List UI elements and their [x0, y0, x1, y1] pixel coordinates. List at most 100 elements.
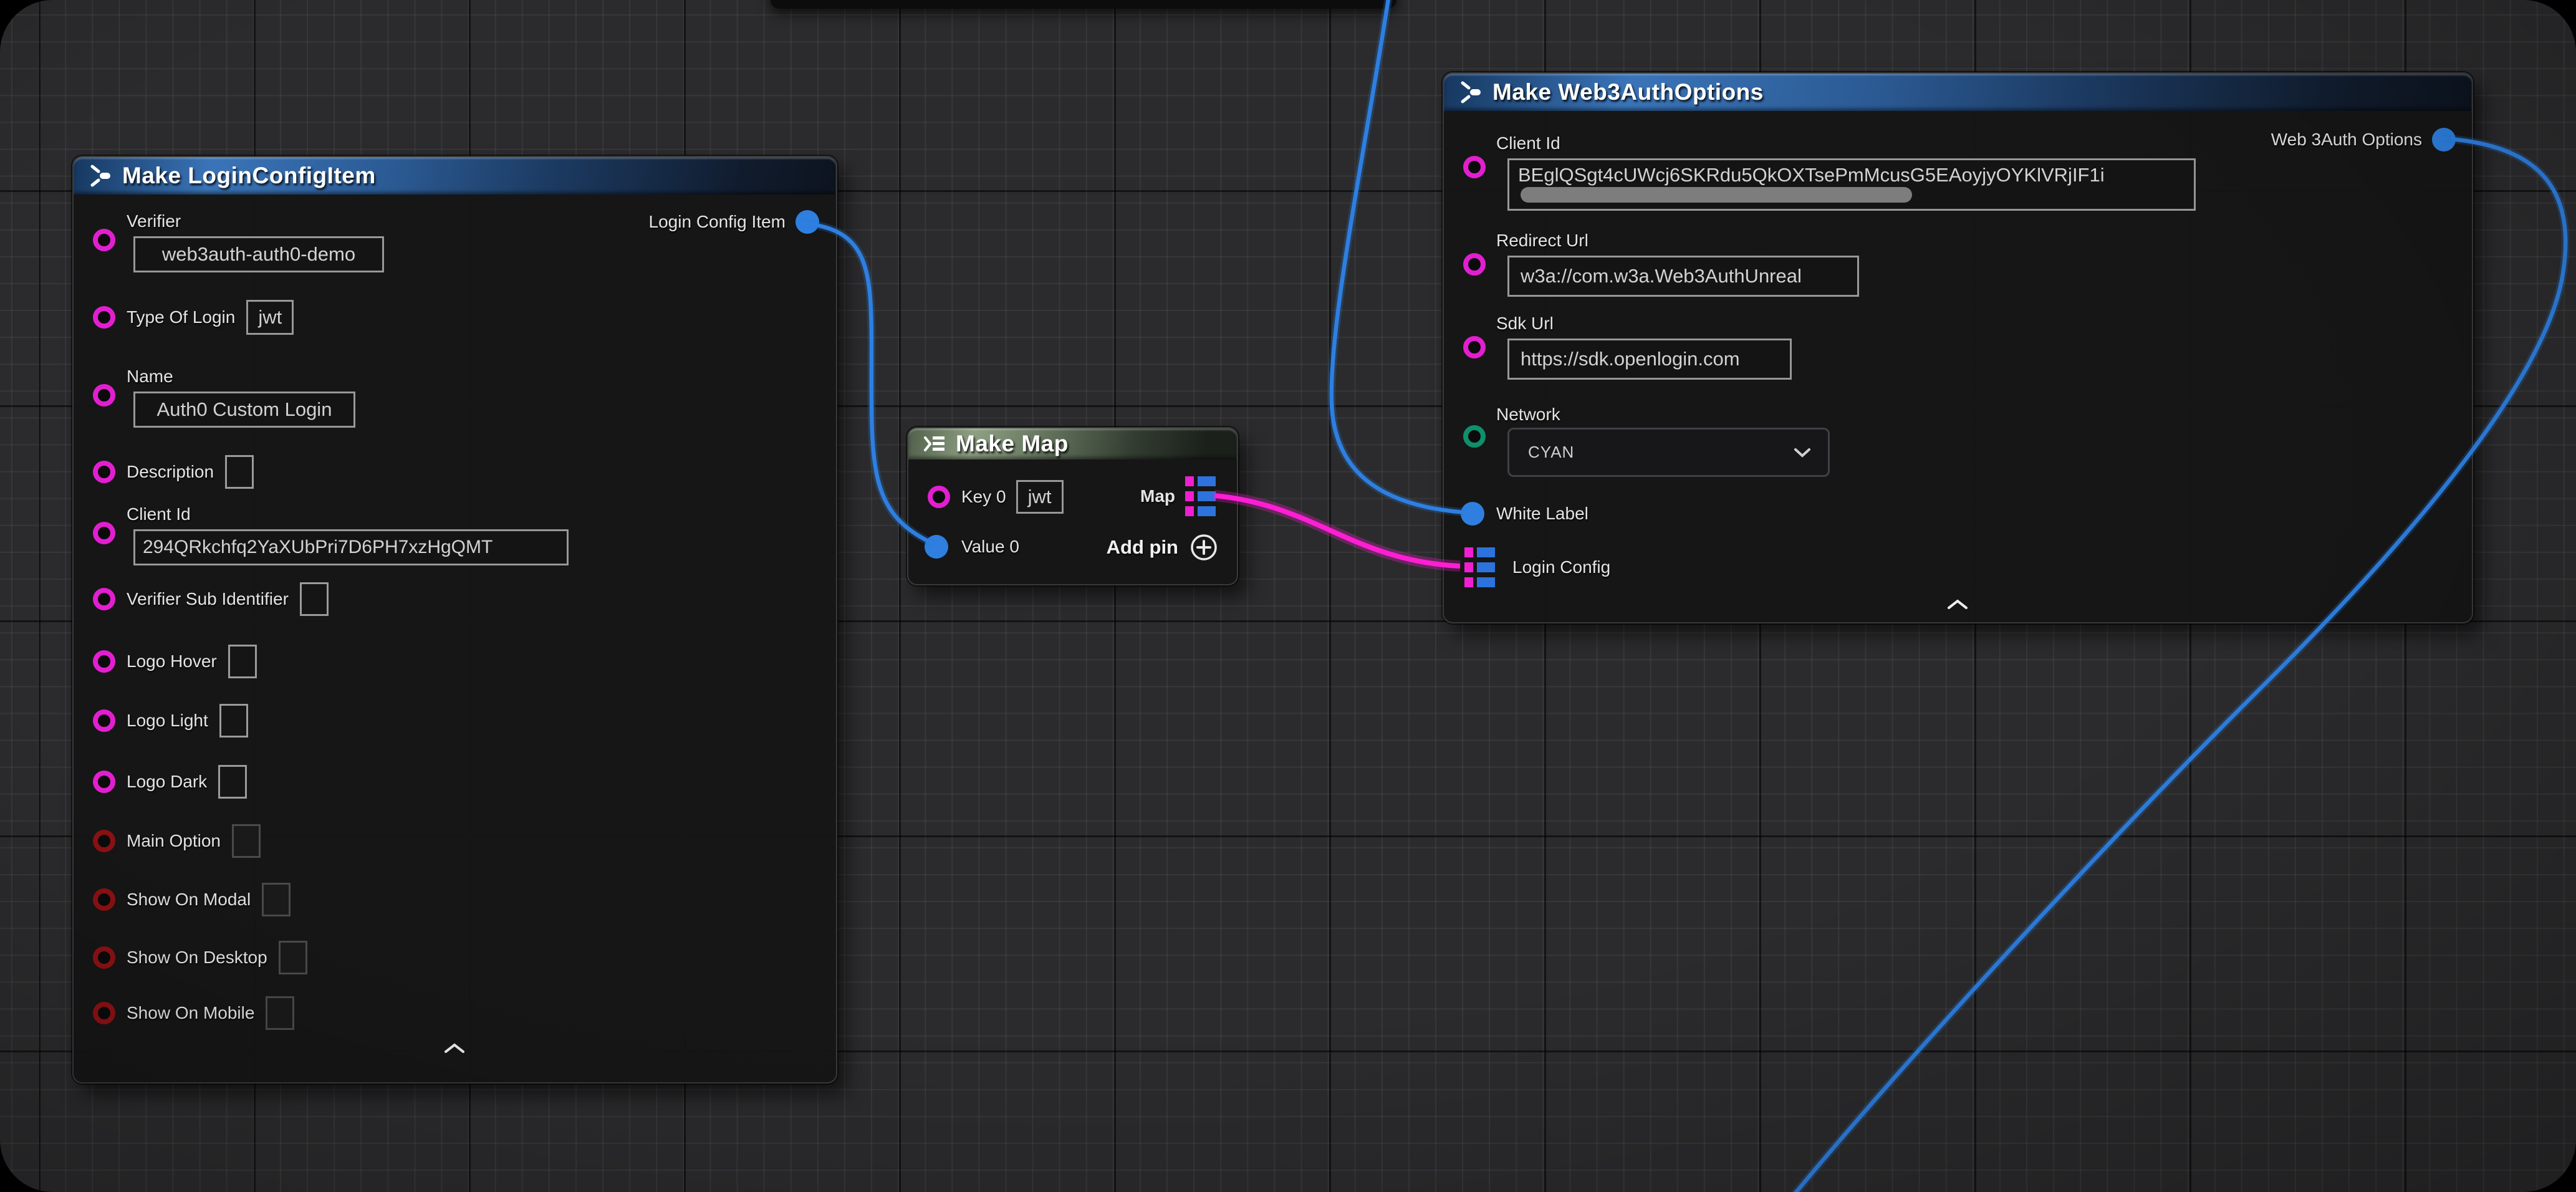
node-header-make-web3authoptions[interactable]: Make Web3AuthOptions	[1444, 74, 2472, 111]
pin-description[interactable]	[93, 461, 115, 483]
pin-label-network: Network	[1496, 405, 2472, 425]
wire-map-to-login-config[interactable]	[1214, 496, 1460, 566]
pin-label-logo-light: Logo Light	[127, 711, 208, 731]
pin-label-login-config: Login Config	[1512, 557, 1610, 577]
client-id-text: BEglQSgt4cUWcj6SKRdu5QkOXTsePmMcusG5EAoy…	[1518, 164, 2105, 186]
pin-label-main-option: Main Option	[127, 831, 221, 851]
node-make-web3authoptions[interactable]: Make Web3AuthOptions Web 3Auth Options C…	[1443, 72, 2473, 623]
input-type-of-login[interactable]: jwt	[246, 300, 294, 335]
checkbox-show-on-modal[interactable]	[262, 883, 291, 916]
pin-sdk-url[interactable]	[1463, 336, 1486, 358]
node-make-map[interactable]: Make Map Key 0 jwt Map Value 0 Add pin	[907, 427, 1238, 585]
pin-label-verifier-sub-identifier: Verifier Sub Identifier	[127, 589, 289, 609]
row-white-label: White Label	[1444, 496, 2472, 531]
pin-key0[interactable]	[928, 486, 950, 508]
pin-redirect-url[interactable]	[1463, 253, 1486, 276]
wire-glow	[1214, 496, 1460, 566]
input-logo-dark[interactable]	[218, 765, 247, 799]
pin-show-on-modal[interactable]	[93, 888, 115, 911]
pin-label-key0: Key 0	[961, 487, 1006, 507]
pin-logo-light[interactable]	[93, 709, 115, 732]
pin-label-show-on-desktop: Show On Desktop	[127, 948, 267, 968]
node-make-loginconfigitem[interactable]: Make LoginConfigItem Login Config Item V…	[72, 156, 837, 1084]
node-title: Make Map	[956, 431, 1069, 457]
checkbox-main-option[interactable]	[232, 824, 261, 858]
pin-label-type-of-login: Type Of Login	[127, 307, 235, 327]
blueprint-graph-canvas[interactable]: Make LoginConfigItem Login Config Item V…	[0, 0, 2576, 1192]
add-pin-plus-icon	[1189, 533, 1218, 562]
pin-label-client-id: Client Id	[1496, 133, 2472, 153]
row-logo-dark: Logo Dark	[74, 764, 836, 799]
pin-logo-hover[interactable]	[93, 650, 115, 673]
pin-verifier[interactable]	[93, 229, 115, 251]
pin-label-logo-dark: Logo Dark	[127, 772, 207, 792]
pin-network[interactable]	[1463, 425, 1486, 448]
input-redirect-url[interactable]: w3a://com.w3a.Web3AuthUnreal	[1507, 256, 1859, 297]
row-login-config: Login Config	[1444, 550, 2472, 585]
row-client-id: Client Id BEglQSgt4cUWcj6SKRdu5QkOXTsePm…	[1444, 133, 2472, 211]
node-header-make-map[interactable]: Make Map	[908, 428, 1237, 459]
node-header-make-loginconfigitem[interactable]: Make LoginConfigItem	[74, 157, 836, 195]
row-client-id: Client Id 294QRkchfq2YaXUbPri7D6PH7xzHgQ…	[74, 504, 836, 565]
make-map-icon	[922, 433, 947, 454]
network-dropdown[interactable]: CYAN	[1507, 428, 1830, 477]
row-sdk-url: Sdk Url https://sdk.openlogin.com	[1444, 314, 2472, 380]
row-network: Network CYAN	[1444, 405, 2472, 425]
row-show-on-mobile: Show On Mobile	[74, 996, 836, 1031]
node-title: Make Web3AuthOptions	[1492, 79, 1764, 105]
row-logo-light: Logo Light	[74, 703, 836, 738]
pin-type-of-login[interactable]	[93, 306, 115, 329]
pin-label-white-label: White Label	[1496, 504, 1588, 524]
row-main-option: Main Option	[74, 824, 836, 858]
pin-main-option[interactable]	[93, 830, 115, 852]
output-pin-map[interactable]	[1185, 476, 1216, 516]
row-verifier: Verifier web3auth-auth0-demo	[74, 211, 836, 272]
pin-show-on-mobile[interactable]	[93, 1002, 115, 1024]
input-logo-hover[interactable]	[228, 645, 257, 678]
input-verifier-sub-identifier[interactable]	[300, 582, 329, 616]
network-selected-value: CYAN	[1528, 443, 1574, 462]
collapse-chevron-icon[interactable]	[1946, 598, 1969, 613]
pin-label-show-on-modal: Show On Modal	[127, 890, 251, 910]
input-sdk-url[interactable]: https://sdk.openlogin.com	[1507, 339, 1792, 380]
checkbox-show-on-mobile[interactable]	[266, 996, 294, 1030]
input-description[interactable]	[225, 455, 254, 489]
pin-label-verifier: Verifier	[127, 211, 836, 231]
row-verifier-sub-identifier: Verifier Sub Identifier	[74, 582, 836, 617]
pin-login-config[interactable]	[1464, 547, 1495, 587]
pin-label-client-id: Client Id	[127, 504, 836, 524]
node-title: Make LoginConfigItem	[122, 163, 376, 189]
pin-label-sdk-url: Sdk Url	[1496, 314, 2472, 334]
input-key0[interactable]: jwt	[1016, 480, 1064, 514]
field-scrollbar[interactable]	[1521, 187, 1912, 203]
offscreen-node-bottom-edge	[771, 0, 1396, 9]
input-logo-light[interactable]	[219, 704, 248, 738]
pin-label-value0: Value 0	[961, 537, 1019, 557]
checkbox-show-on-desktop[interactable]	[279, 941, 307, 974]
pin-client-id[interactable]	[93, 522, 115, 544]
input-client-id[interactable]: 294QRkchfq2YaXUbPri7D6PH7xzHgQMT	[133, 529, 569, 565]
pin-label-description: Description	[127, 462, 214, 482]
pin-verifier-sub-identifier[interactable]	[93, 588, 115, 610]
pin-show-on-desktop[interactable]	[93, 946, 115, 969]
row-name: Name Auth0 Custom Login	[74, 367, 836, 428]
pin-client-id[interactable]	[1463, 156, 1486, 178]
input-verifier[interactable]: web3auth-auth0-demo	[133, 236, 384, 272]
collapse-chevron-icon[interactable]	[443, 1042, 466, 1057]
row-redirect-url: Redirect Url w3a://com.w3a.Web3AuthUnrea…	[1444, 231, 2472, 297]
pin-logo-dark[interactable]	[93, 771, 115, 793]
output-pin-label-map: Map	[1140, 486, 1175, 506]
input-name[interactable]: Auth0 Custom Login	[133, 392, 355, 428]
pin-name[interactable]	[93, 384, 115, 406]
pin-label-name: Name	[127, 367, 836, 387]
row-type-of-login: Type Of Login jwt	[74, 300, 836, 335]
add-pin-label: Add pin	[1107, 536, 1178, 559]
pin-label-redirect-url: Redirect Url	[1496, 231, 2472, 251]
input-client-id[interactable]: BEglQSgt4cUWcj6SKRdu5QkOXTsePmMcusG5EAoy…	[1507, 158, 2196, 211]
pin-value0[interactable]	[925, 535, 948, 559]
pin-white-label[interactable]	[1461, 502, 1484, 526]
row-show-on-desktop: Show On Desktop	[74, 940, 836, 975]
add-pin-button[interactable]: Add pin	[1107, 533, 1218, 562]
row-show-on-modal: Show On Modal	[74, 882, 836, 917]
make-struct-icon	[87, 163, 113, 189]
